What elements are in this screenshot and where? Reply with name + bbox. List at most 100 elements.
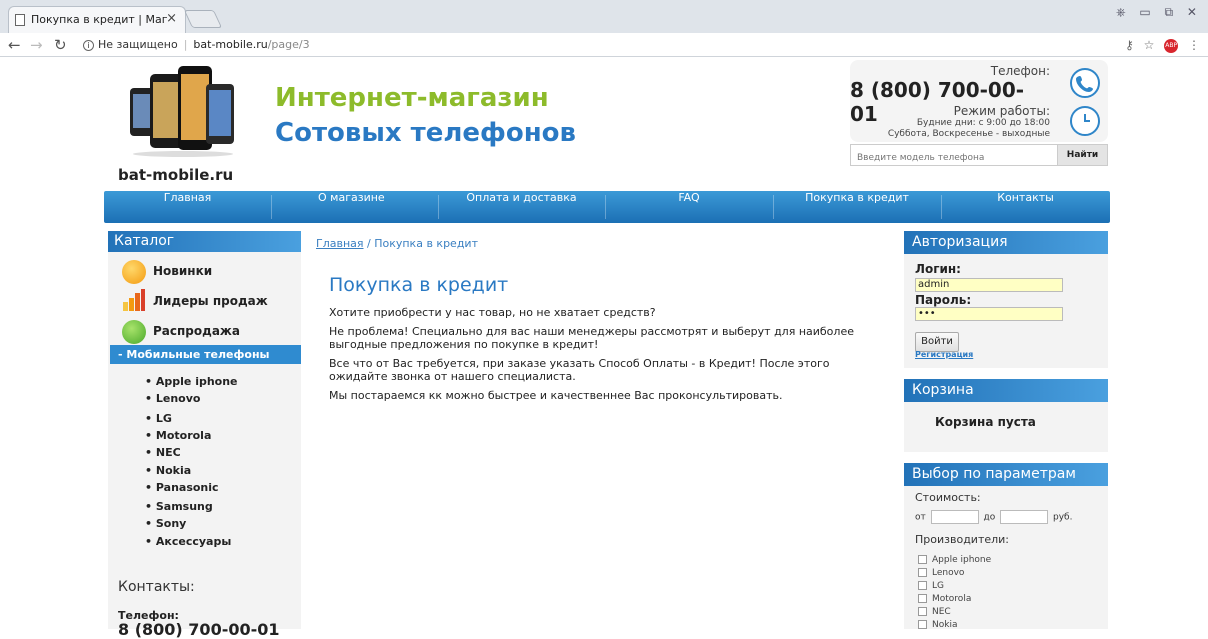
price-range: от до руб. xyxy=(915,510,1072,524)
catalog-mobile-phones[interactable]: - Мобильные телефоны xyxy=(110,345,301,364)
tab-close-icon[interactable]: × xyxy=(166,11,177,26)
nav-item-home[interactable]: Главная xyxy=(104,191,271,223)
nav-item-about[interactable]: О магазине xyxy=(271,191,438,223)
maker-label: Apple iphone xyxy=(932,555,992,565)
breadcrumb-current: / Покупка в кредит xyxy=(363,237,478,250)
maker-checkbox[interactable]: Apple iphone xyxy=(918,555,991,565)
checkbox-icon[interactable] xyxy=(918,568,927,577)
content-paragraph: Все что от Вас требуется, при заказе ука… xyxy=(329,357,830,383)
security-label: Не защищено xyxy=(98,38,178,51)
filter-heading: Выбор по параметрам xyxy=(904,463,1108,486)
brand-link[interactable]: Аксессуары xyxy=(145,535,231,548)
new-icon xyxy=(122,260,146,284)
url-separator: | xyxy=(183,38,188,51)
forward-icon[interactable]: → xyxy=(30,36,43,54)
page-title: Покупка в кредит xyxy=(329,274,509,296)
price-from-label: от xyxy=(915,512,926,523)
brand-link[interactable]: Lenovo xyxy=(145,392,201,405)
slogan-line-1: Интернет-магазин xyxy=(275,83,549,113)
key-icon[interactable]: ⚷ xyxy=(1125,38,1134,52)
makers-label: Производители: xyxy=(915,533,1010,546)
address-bar: ← → ↻ i Не защищено | bat-mobile.ru/page/3 … xyxy=(0,33,1208,57)
logo-text[interactable]: bat-mobile.ru xyxy=(118,166,233,184)
menu-icon[interactable]: ⋮ xyxy=(1188,38,1200,52)
currency-label: руб. xyxy=(1052,512,1073,523)
nav-item-payment[interactable]: Оплата и доставка xyxy=(438,191,605,223)
nav-item-credit[interactable]: Покупка в кредит xyxy=(773,191,941,223)
tab-title: Покупка в кредит | Маг xyxy=(31,13,168,26)
maker-label: Lenovo xyxy=(932,568,965,578)
checkbox-icon[interactable] xyxy=(918,555,927,564)
maker-label: NEC xyxy=(932,607,951,617)
browser-tab[interactable]: Покупка в кредит | Маг × xyxy=(8,6,186,33)
search-button[interactable]: Найти xyxy=(1057,145,1107,165)
checkbox-icon[interactable] xyxy=(918,607,927,616)
slogan-line-2: Сотовых телефонов xyxy=(275,118,576,148)
new-tab-button[interactable] xyxy=(183,10,223,28)
browser-tools: ⚷ ☆ ABP ⋮ xyxy=(1125,38,1200,53)
page-icon xyxy=(15,14,25,26)
reload-icon[interactable]: ↻ xyxy=(54,36,67,54)
login-field[interactable]: admin xyxy=(915,278,1063,292)
cart-empty-text: Корзина пуста xyxy=(935,415,1036,429)
checkbox-icon[interactable] xyxy=(918,620,927,629)
cart-heading: Корзина xyxy=(904,379,1108,402)
brand-link[interactable]: Motorola xyxy=(145,429,212,442)
price-from-input[interactable] xyxy=(930,510,979,524)
content-paragraph: Не проблема! Специально для вас наши мен… xyxy=(329,325,854,351)
login-label: Логин: xyxy=(915,262,961,276)
contacts-phone: 8 (800) 700-00-01 xyxy=(118,620,280,639)
sale-icon xyxy=(122,320,146,344)
brand-link[interactable]: Apple iphone xyxy=(145,375,238,388)
login-button[interactable]: Войти xyxy=(915,332,959,352)
search-box: Найти xyxy=(850,144,1108,168)
price-to-label: до xyxy=(983,512,996,523)
url-host: bat-mobile.ru xyxy=(193,38,268,51)
brand-link[interactable]: Sony xyxy=(145,517,186,530)
maker-checkbox[interactable]: NEC xyxy=(918,607,951,617)
brand-link[interactable]: Nokia xyxy=(145,464,191,477)
catalog-heading: Каталог xyxy=(108,231,301,252)
maker-checkbox[interactable]: Lenovo xyxy=(918,568,964,578)
phone-label: Телефон: xyxy=(990,64,1050,78)
brand-link[interactable]: LG xyxy=(145,412,172,425)
brand-link[interactable]: Samsung xyxy=(145,500,213,513)
maker-checkbox[interactable]: Motorola xyxy=(918,594,971,604)
brand-link[interactable]: NEC xyxy=(145,446,181,459)
url-field[interactable]: i Не защищено | bat-mobile.ru/page/3 xyxy=(83,35,1103,54)
star-icon[interactable]: ☆ xyxy=(1144,38,1155,52)
main-nav: Главная О магазине Оплата и доставка FAQ… xyxy=(104,191,1110,223)
back-icon[interactable]: ← xyxy=(8,36,21,54)
maker-label: Motorola xyxy=(932,594,972,604)
hours-weekdays: Будние дни: с 9:00 до 18:00 xyxy=(916,118,1050,128)
nav-item-contacts[interactable]: Контакты xyxy=(941,191,1110,223)
search-input[interactable] xyxy=(851,148,1051,168)
maker-label: LG xyxy=(932,581,944,591)
clock-icon xyxy=(1070,106,1100,136)
nav-item-faq[interactable]: FAQ xyxy=(605,191,773,223)
url-path: /page/3 xyxy=(267,38,310,51)
hours-label: Режим работы: xyxy=(953,104,1050,118)
catalog-item-bestsellers[interactable]: Лидеры продаж xyxy=(153,294,268,308)
header-contact-box: Телефон: 8 (800) 700-00-01 Режим работы:… xyxy=(850,60,1108,142)
content-paragraph: Мы постараемся кк можно быстрее и качест… xyxy=(329,389,783,402)
adblock-icon[interactable]: ABP xyxy=(1164,38,1179,53)
hours-weekend: Суббота, Воскресенье - выходные xyxy=(887,129,1050,139)
price-to-input[interactable] xyxy=(1000,510,1049,524)
window-controls[interactable]: ⎈ ▭ ⧉ ✕ xyxy=(1116,5,1202,20)
info-icon[interactable]: i xyxy=(83,40,94,51)
breadcrumb-home-link[interactable]: Главная xyxy=(316,237,364,250)
bestsellers-icon xyxy=(123,289,145,311)
register-link[interactable]: Регистрация xyxy=(915,350,973,359)
password-field[interactable]: ••• xyxy=(915,307,1063,321)
checkbox-icon[interactable] xyxy=(918,581,927,590)
catalog-item-sale[interactable]: Распродажа xyxy=(153,324,240,338)
auth-heading: Авторизация xyxy=(904,231,1108,254)
brand-link[interactable]: Panasonic xyxy=(145,481,219,494)
phones-logo-image xyxy=(130,66,234,157)
phone-icon xyxy=(1070,68,1100,98)
catalog-item-new[interactable]: Новинки xyxy=(153,264,212,278)
maker-checkbox[interactable]: LG xyxy=(918,581,944,591)
checkbox-icon[interactable] xyxy=(918,594,927,603)
breadcrumb: Главная / Покупка в кредит xyxy=(316,237,478,250)
